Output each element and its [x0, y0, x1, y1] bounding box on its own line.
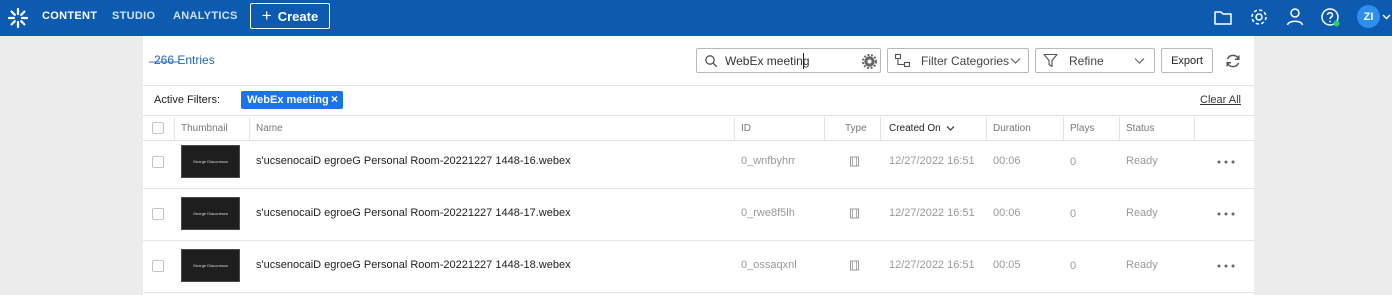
help-icon[interactable] [1319, 6, 1341, 28]
top-nav-bar: CONTENT STUDIO ANALYTICS + Create ZI [0, 0, 1392, 36]
text-cursor [803, 53, 804, 69]
column-separator [880, 117, 881, 140]
entry-created-on: 12/27/2022 16:51 [889, 259, 975, 271]
kaltura-logo-icon[interactable] [7, 7, 29, 29]
online-status-dot [1333, 20, 1340, 27]
column-separator [249, 117, 250, 140]
entry-status: Ready [1126, 259, 1158, 271]
entry-status: Ready [1126, 207, 1158, 219]
sort-chevron-down-icon[interactable] [946, 125, 955, 132]
column-header-type[interactable]: Type [845, 123, 867, 134]
entry-status: Ready [1126, 155, 1158, 167]
more-actions-icon[interactable] [1216, 159, 1236, 165]
row-divider [143, 240, 1254, 241]
column-header-duration[interactable]: Duration [993, 123, 1031, 134]
column-separator [1063, 117, 1064, 140]
refine-dropdown[interactable]: Refine [1035, 48, 1155, 73]
row-divider [143, 292, 1254, 293]
row-divider [143, 188, 1254, 189]
chevron-down-icon[interactable] [1382, 12, 1391, 21]
column-header-plays[interactable]: Plays [1070, 123, 1094, 134]
column-header-id[interactable]: ID [741, 123, 751, 134]
select-all-checkbox[interactable] [152, 122, 164, 134]
entry-id: 0_rwe8f5lh [741, 207, 795, 219]
filter-funnel-icon [1043, 53, 1058, 68]
thumbnail-caption: George Diaconescu [192, 159, 229, 164]
entry-duration: 00:06 [993, 155, 1021, 167]
search-icon [705, 55, 718, 68]
entry-thumbnail[interactable]: George Diaconescu [181, 197, 240, 230]
chevron-down-icon [1134, 58, 1145, 64]
entry-id: 0_wnfbyhrr [741, 155, 796, 167]
entry-duration: 00:05 [993, 259, 1021, 271]
entry-thumbnail[interactable]: George Diaconescu [181, 145, 240, 178]
entry-name-link[interactable]: s'ucsenocaiD egroeG Personal Room-202212… [256, 259, 571, 271]
entry-name-link[interactable]: s'ucsenocaiD egroeG Personal Room-202212… [256, 155, 571, 167]
nav-tab-content[interactable]: CONTENT [42, 10, 97, 22]
refine-label: Refine [1069, 54, 1104, 68]
create-button[interactable]: + Create [250, 3, 330, 29]
video-type-icon [850, 260, 859, 271]
active-filters-label: Active Filters: [154, 94, 221, 106]
gear-icon[interactable] [1248, 6, 1270, 28]
column-header-created-on[interactable]: Created On [889, 123, 941, 134]
close-icon[interactable]: × [331, 92, 338, 106]
filter-chip: WebEx meeting × [241, 91, 343, 109]
column-header-name[interactable]: Name [256, 123, 283, 134]
chevron-down-icon [1010, 58, 1021, 64]
clear-all-link[interactable]: Clear All [1200, 94, 1241, 106]
column-separator [986, 117, 987, 140]
folder-icon[interactable] [1212, 6, 1234, 28]
plus-icon: + [261, 5, 272, 25]
divider [143, 115, 1254, 116]
divider [143, 85, 1254, 86]
row-checkbox[interactable] [152, 208, 164, 220]
row-checkbox[interactable] [152, 260, 164, 272]
filter-categories-label: Filter Categories [921, 54, 1010, 68]
category-tree-icon [894, 53, 911, 68]
avatar[interactable]: ZI [1357, 5, 1380, 28]
search-value: WebEx meeting [725, 54, 810, 68]
filter-chip-label: WebEx meeting [247, 94, 329, 106]
entry-plays: 0 [1070, 260, 1077, 272]
column-separator [824, 117, 825, 140]
thumbnail-caption: George Diaconescu [192, 263, 229, 268]
entry-created-on: 12/27/2022 16:51 [889, 207, 975, 219]
column-separator [174, 117, 175, 140]
filter-categories-dropdown[interactable]: Filter Categories [887, 48, 1029, 73]
entry-thumbnail[interactable]: George Diaconescu [181, 249, 240, 282]
entries-count: 266 Entries [154, 53, 215, 67]
column-header-thumbnail: Thumbnail [181, 123, 228, 134]
more-actions-icon[interactable] [1216, 211, 1236, 217]
row-checkbox[interactable] [152, 156, 164, 168]
entry-id: 0_ossaqxnl [741, 259, 797, 271]
nav-tab-studio[interactable]: STUDIO [112, 10, 155, 22]
column-separator [734, 117, 735, 140]
create-button-label: Create [277, 8, 319, 24]
more-actions-icon[interactable] [1216, 263, 1236, 269]
refresh-icon[interactable] [1224, 52, 1242, 70]
entry-duration: 00:06 [993, 207, 1021, 219]
entry-plays: 0 [1070, 208, 1077, 220]
video-type-icon [850, 208, 859, 219]
column-separator [1194, 117, 1195, 140]
nav-tab-analytics[interactable]: ANALYTICS [173, 10, 238, 22]
table-header-divider [143, 140, 1254, 141]
thumbnail-caption: George Diaconescu [192, 211, 229, 216]
video-type-icon [850, 156, 859, 167]
export-button[interactable]: Export [1161, 48, 1213, 73]
user-icon[interactable] [1284, 6, 1306, 28]
entry-created-on: 12/27/2022 16:51 [889, 155, 975, 167]
column-separator [1119, 117, 1120, 140]
entry-plays: 0 [1070, 156, 1077, 168]
search-settings-gear-icon[interactable] [862, 54, 877, 69]
entry-name-link[interactable]: s'ucsenocaiD egroeG Personal Room-202212… [256, 207, 571, 219]
search-input[interactable]: WebEx meeting [696, 48, 881, 73]
column-header-status[interactable]: Status [1126, 123, 1154, 134]
